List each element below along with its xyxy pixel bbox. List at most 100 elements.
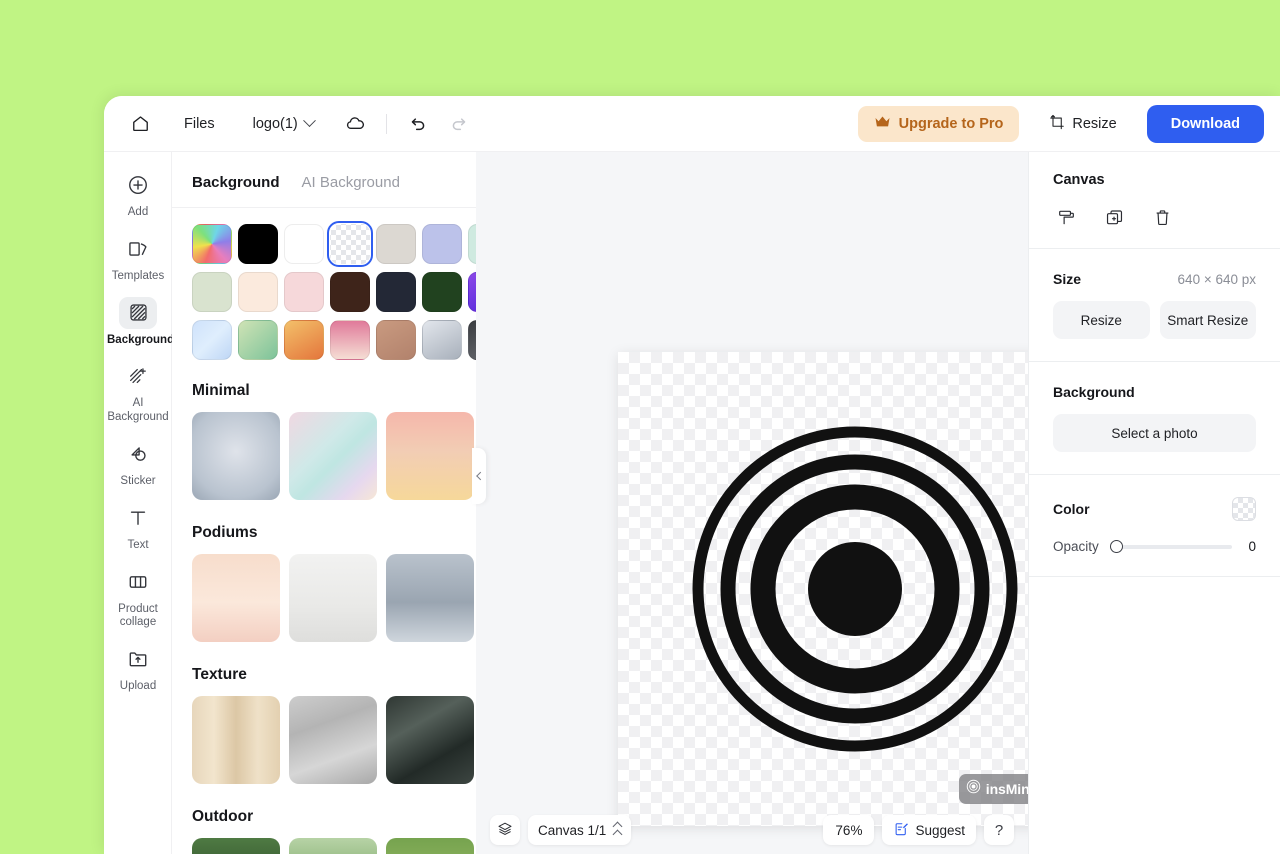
background-thumbnail[interactable] [289, 554, 377, 642]
sidebar-label-text: Text [127, 538, 149, 551]
color-row: Color [1053, 475, 1256, 521]
sidebar-item-product-collage[interactable]: Product collage [104, 559, 172, 637]
sidebar-label-background: Background [107, 333, 175, 346]
swatch-tan-gradient[interactable] [376, 320, 416, 360]
sidebar-item-templates[interactable]: Templates [104, 226, 172, 290]
swatch-green-gradient[interactable] [238, 320, 278, 360]
layers-button[interactable] [490, 815, 520, 845]
swatch-periwinkle[interactable] [422, 224, 462, 264]
background-thumbnail[interactable] [386, 554, 474, 642]
sidebar-label-ai-background: AI Background [107, 397, 169, 424]
swatch-sage[interactable] [192, 272, 232, 312]
background-thumbnail[interactable] [289, 838, 377, 854]
paint-roller-icon[interactable] [1053, 204, 1079, 230]
tab-ai-background[interactable]: AI Background [302, 174, 400, 191]
section-title: Outdoor [192, 808, 254, 825]
swatch-rainbow-gradient[interactable] [192, 224, 232, 264]
size-buttons: Resize Smart Resize [1053, 287, 1256, 361]
color-label: Color [1053, 501, 1090, 517]
duplicate-icon[interactable] [1101, 204, 1127, 230]
undo-icon[interactable] [403, 108, 435, 140]
background-thumbnail[interactable] [289, 696, 377, 784]
suggest-label: Suggest [915, 822, 965, 838]
sidebar-label-sticker: Sticker [120, 474, 156, 487]
top-toolbar: Files logo(1) Upgrade to Pro Resize Down… [104, 96, 1280, 152]
swatch-black[interactable] [238, 224, 278, 264]
background-row: Background [1053, 362, 1256, 400]
swatch-white[interactable] [284, 224, 324, 264]
swatch-navy-charcoal[interactable] [376, 272, 416, 312]
right-properties-panel: Canvas Size 640 × 640 px Resize Smart Re… [1028, 152, 1280, 854]
sidebar-item-background[interactable]: Background [104, 290, 175, 354]
color-swatch-button[interactable] [1232, 497, 1256, 521]
app-window: Files logo(1) Upgrade to Pro Resize Down… [104, 96, 1280, 854]
section-title: Podiums [192, 524, 258, 541]
help-button[interactable]: ? [984, 815, 1014, 845]
select-a-photo-button[interactable]: Select a photo [1053, 414, 1256, 452]
panel-collapse-handle[interactable] [472, 448, 486, 504]
design-canvas[interactable]: insMind .com [618, 352, 1028, 826]
layers-icon [497, 821, 513, 840]
opacity-slider[interactable] [1109, 539, 1232, 553]
templates-icon [119, 233, 157, 265]
swatch-pink-gradient[interactable] [330, 320, 370, 360]
download-button[interactable]: Download [1146, 104, 1264, 143]
opacity-label: Opacity [1053, 539, 1099, 554]
home-icon[interactable] [124, 108, 156, 140]
chevron-up-double-icon [612, 821, 623, 839]
panel-title: Canvas [1053, 172, 1105, 188]
swatch-warm-gray[interactable] [376, 224, 416, 264]
background-thumbnail[interactable] [192, 838, 280, 854]
background-thumbnail[interactable] [386, 696, 474, 784]
opacity-slider-knob[interactable] [1109, 539, 1123, 553]
plus-circle-icon [119, 169, 157, 201]
resize-button[interactable]: Resize [1037, 105, 1128, 143]
sidebar-item-upload[interactable]: Upload [104, 636, 172, 700]
chevron-down-icon [302, 114, 316, 128]
background-thumbnail[interactable] [289, 412, 377, 500]
resize-icon [1049, 114, 1065, 134]
swatch-silver-gradient[interactable] [422, 320, 462, 360]
cloud-icon[interactable] [340, 108, 372, 140]
upgrade-to-pro-button[interactable]: Upgrade to Pro [857, 105, 1020, 142]
files-button[interactable]: Files [174, 110, 225, 138]
sidebar-item-text[interactable]: Text [104, 495, 172, 559]
background-thumbnail[interactable] [192, 554, 280, 642]
sticker-icon [119, 438, 157, 470]
smart-resize-button[interactable]: Smart Resize [1159, 301, 1256, 339]
size-row: Size 640 × 640 px [1053, 249, 1256, 287]
suggest-checklist-icon [893, 821, 909, 840]
resize-canvas-button[interactable]: Resize [1053, 301, 1150, 339]
swatch-blush[interactable] [284, 272, 324, 312]
panel-divider-4 [1029, 576, 1280, 577]
sidebar-item-add[interactable]: Add [104, 162, 172, 226]
swatch-dark-brown[interactable] [330, 272, 370, 312]
hatch-square-icon [119, 296, 157, 329]
swatch-forest-green[interactable] [422, 272, 462, 312]
sidebar-item-ai-background[interactable]: AI Background [104, 353, 172, 431]
canvas-pager[interactable]: Canvas 1/1 [528, 815, 632, 845]
sidebar-label-add: Add [127, 206, 149, 218]
trash-icon[interactable] [1149, 204, 1175, 230]
background-thumbnail[interactable] [192, 412, 280, 500]
document-name-dropdown[interactable]: logo(1) [245, 110, 322, 138]
canvas-tools [1053, 188, 1256, 248]
background-thumbnail[interactable] [386, 838, 474, 854]
hatch-sparkle-icon [119, 360, 157, 392]
background-thumbnail[interactable] [386, 412, 474, 500]
zoom-level-button[interactable]: 76% [823, 815, 875, 845]
swatch-blue-gradient[interactable] [192, 320, 232, 360]
swatch-transparent[interactable] [327, 221, 373, 267]
suggest-button[interactable]: Suggest [882, 815, 976, 845]
concentric-circles-logo[interactable] [690, 424, 1020, 754]
background-thumbnail[interactable] [192, 696, 280, 784]
toolbar-divider [385, 113, 387, 134]
redo-icon[interactable] [443, 108, 475, 140]
size-label: Size [1053, 271, 1082, 287]
swatch-orange-gradient[interactable] [284, 320, 324, 360]
tab-background[interactable]: Background [192, 174, 280, 191]
canvas-pager-label: Canvas 1/1 [538, 822, 607, 838]
canvas-stage[interactable]: insMind .com [476, 152, 1028, 854]
sidebar-item-sticker[interactable]: Sticker [104, 431, 172, 495]
swatch-cream[interactable] [238, 272, 278, 312]
